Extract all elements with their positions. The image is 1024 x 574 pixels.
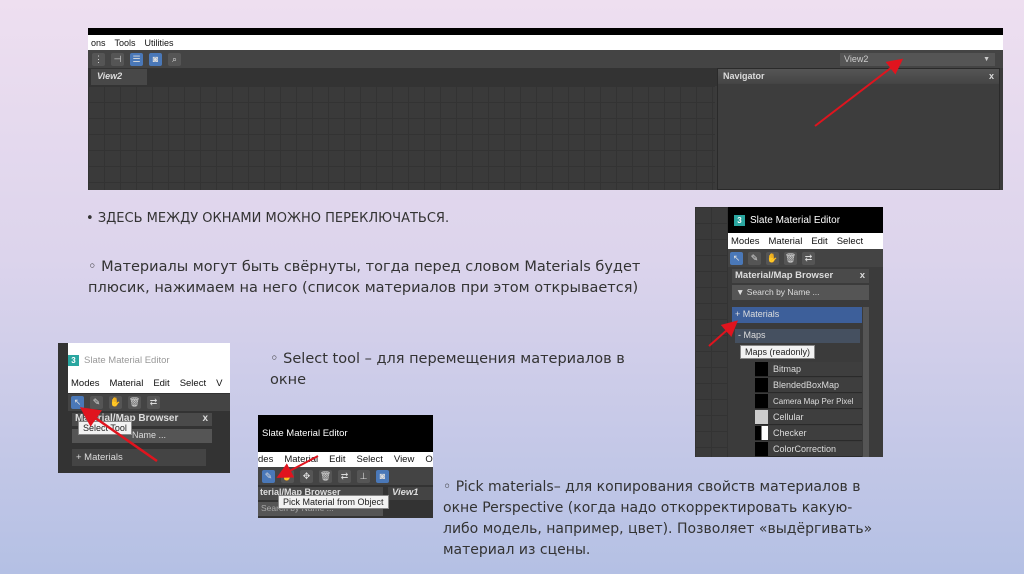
arrow-to-materials [708,320,738,347]
arrow-to-pick-material [276,455,319,478]
arrow-to-view-dropdown [814,58,904,127]
arrow-to-select-tool [79,407,158,463]
annotation-arrows [79,58,904,478]
